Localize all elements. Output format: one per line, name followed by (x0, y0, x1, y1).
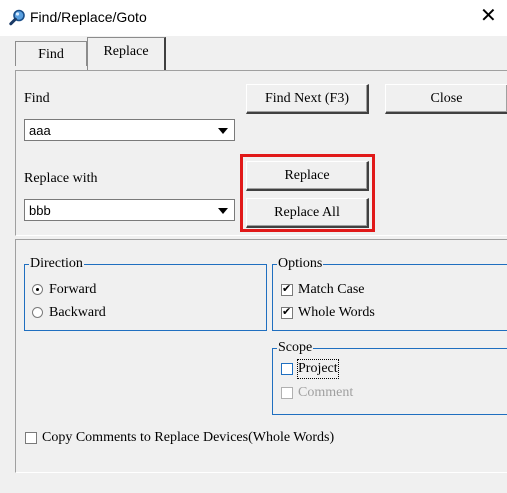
search-icon (9, 9, 25, 26)
replace-with-value: bbb (29, 203, 51, 218)
window-title: Find/Replace/Goto (30, 9, 147, 25)
chevron-down-icon[interactable] (218, 128, 228, 134)
checkmark-icon: ✔ (282, 282, 292, 295)
replace-with-label: Replace with (24, 171, 98, 186)
direction-title: Direction (29, 256, 84, 272)
replace-with-combo[interactable]: bbb (24, 199, 235, 221)
find-label: Find (24, 91, 50, 106)
scope-group: Scope Project Comment (272, 340, 507, 415)
options-group: Options ✔ Match Case ✔ Whole Words (272, 256, 507, 331)
direction-group: Direction Forward Backward (24, 256, 267, 331)
copy-comments-label: Copy Comments to Replace Devices(Whole W… (42, 430, 335, 445)
match-case-label: Match Case (298, 282, 365, 297)
whole-words-label: Whole Words (298, 305, 375, 320)
highlight-box (240, 154, 375, 232)
close-icon[interactable]: ✕ (480, 6, 497, 26)
comment-label: Comment (298, 385, 354, 400)
options-title: Options (277, 256, 324, 272)
project-label: Project (297, 359, 339, 379)
chevron-down-icon[interactable] (218, 208, 228, 214)
title-bar: Find/Replace/Goto ✕ (0, 0, 507, 36)
scope-title: Scope (277, 340, 314, 356)
radio-button[interactable] (32, 307, 43, 318)
radio-dot (36, 288, 39, 291)
radio-button[interactable] (32, 284, 43, 295)
checkbox[interactable]: ✔ (281, 305, 293, 319)
backward-label: Backward (49, 305, 106, 320)
checkbox (281, 387, 293, 399)
forward-label: Forward (49, 282, 97, 297)
checkbox[interactable] (281, 363, 293, 375)
checkbox[interactable]: ✔ (281, 282, 293, 296)
find-value: aaa (29, 123, 51, 138)
find-next-button[interactable]: Find Next (F3) (246, 84, 369, 114)
tab-find[interactable]: Find (15, 41, 87, 66)
close-button[interactable]: Close (385, 84, 507, 114)
tab-replace[interactable]: Replace (87, 37, 166, 70)
find-combo[interactable]: aaa (24, 119, 235, 141)
checkbox[interactable] (25, 432, 37, 444)
checkmark-icon: ✔ (282, 305, 292, 318)
